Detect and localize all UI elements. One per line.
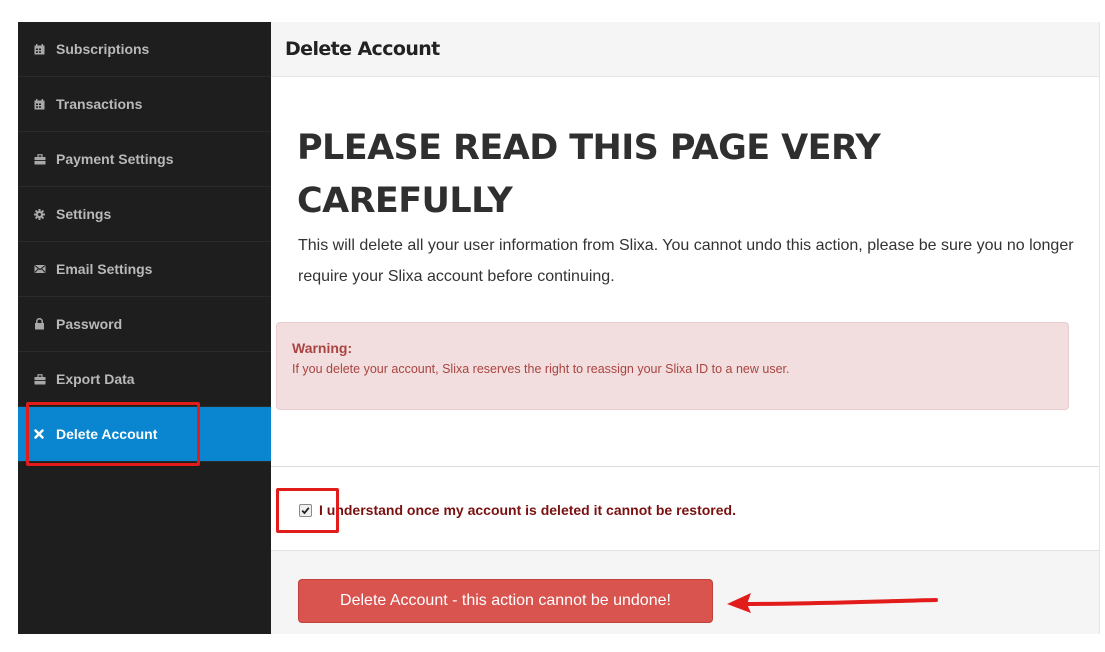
warning-title: Warning:: [292, 340, 353, 356]
calendar-icon: [34, 43, 56, 55]
annotation-arrow-icon: [727, 593, 938, 613]
sidebar-item-payment-settings[interactable]: Payment Settings: [18, 132, 271, 187]
gear-icon: [34, 208, 56, 220]
sidebar: Subscriptions Transactions Payment Setti…: [18, 22, 271, 634]
sidebar-item-transactions[interactable]: Transactions: [18, 77, 271, 132]
panel-header: Delete Account: [271, 22, 1099, 77]
sidebar-item-label: Subscriptions: [56, 41, 150, 57]
confirm-checkbox[interactable]: [299, 503, 312, 517]
divider: [271, 466, 1099, 467]
sidebar-item-label: Export Data: [56, 371, 135, 387]
sidebar-item-label: Delete Account: [56, 426, 158, 442]
sidebar-item-email-settings[interactable]: Email Settings: [18, 242, 271, 297]
sidebar-item-password[interactable]: Password: [18, 297, 271, 352]
sidebar-item-label: Payment Settings: [56, 151, 174, 167]
sidebar-item-subscriptions[interactable]: Subscriptions: [18, 22, 271, 77]
sidebar-item-label: Email Settings: [56, 261, 153, 277]
sidebar-item-delete-account[interactable]: Delete Account: [18, 407, 271, 462]
lock-icon: [34, 318, 56, 330]
page-heading: PLEASE READ THIS PAGE VERY CAREFULLY: [297, 128, 881, 221]
checkmark-icon: [301, 506, 310, 514]
warning-alert: Warning: If you delete your account, Sli…: [276, 322, 1069, 410]
sidebar-item-label: Password: [56, 316, 123, 332]
panel-title: Delete Account: [285, 38, 440, 60]
delete-account-button[interactable]: Delete Account - this action cannot be u…: [298, 579, 713, 623]
account-settings-window: Subscriptions Transactions Payment Setti…: [18, 22, 1100, 634]
envelope-icon: [34, 264, 56, 274]
delete-account-panel: Delete Account PLEASE READ THIS PAGE VER…: [271, 22, 1100, 634]
briefcase-icon: [34, 373, 56, 385]
close-icon: [34, 429, 56, 439]
confirm-row: I understand once my account is deleted …: [299, 502, 736, 518]
sidebar-item-export-data[interactable]: Export Data: [18, 352, 271, 407]
page-description: This will delete all your user informati…: [298, 237, 1074, 285]
warning-text: If you delete your account, Slixa reserv…: [292, 362, 790, 376]
sidebar-item-label: Transactions: [56, 96, 143, 112]
panel-footer: Delete Account - this action cannot be u…: [271, 550, 1099, 634]
confirm-label[interactable]: I understand once my account is deleted …: [319, 502, 736, 518]
sidebar-item-label: Settings: [56, 206, 112, 222]
calendar-icon: [34, 98, 56, 110]
sidebar-item-settings[interactable]: Settings: [18, 187, 271, 242]
briefcase-icon: [34, 153, 56, 165]
